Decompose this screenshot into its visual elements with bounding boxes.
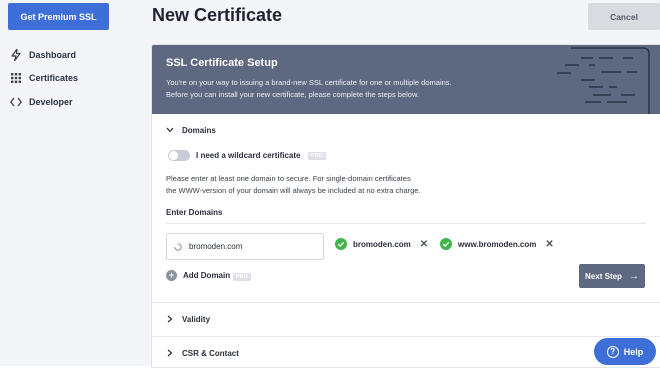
setup-header: SSL Certificate Setup You're on your way… [152,45,660,114]
plus-icon: + [166,270,177,281]
bolt-icon [10,49,22,61]
sidebar-item-dashboard[interactable]: Dashboard [10,47,76,63]
chevron-right-icon [165,349,175,357]
sidebar-item-developer[interactable]: Developer [10,94,73,110]
certificate-setup-card: SSL Certificate Setup You're on your way… [151,44,660,368]
domain-input[interactable]: bromoden.com [166,233,324,260]
pro-badge: PRO [233,273,251,281]
remove-domain-icon[interactable]: ✕ [420,239,428,250]
cancel-button[interactable]: Cancel [588,3,660,30]
section-domains[interactable]: Domains [152,116,660,144]
next-step-button[interactable]: Next Step → [579,264,645,288]
question-icon: ? [606,345,619,358]
loading-spinner-icon [174,242,182,251]
section-title: CSR & Contact [182,348,239,358]
check-circle-icon [335,238,347,250]
help-label: Help [623,346,644,357]
section-title: Domains [182,125,216,135]
certificate-decoration-icon [557,47,650,114]
divider [152,336,660,337]
domain-chip: bromoden.com ✕ [335,238,428,250]
sidebar: Get Premium SSL Dashboard Certificates D… [0,0,136,366]
add-domain-label: Add Domain [183,271,231,280]
wildcard-toggle[interactable] [168,150,190,161]
remove-domain-icon[interactable]: ✕ [545,239,553,250]
toggle-knob [169,151,178,160]
setup-subtitle-line: You're on your way to issuing a brand-ne… [166,78,452,87]
sidebar-item-label: Certificates [29,73,79,83]
pro-badge: PRO [308,152,326,160]
wildcard-label: I need a wildcard certificate [196,151,301,160]
info-line: Please enter at least one domain to secu… [166,174,411,183]
add-domain-button[interactable]: + Add Domain [166,270,230,281]
chevron-right-icon [165,315,175,323]
domain-input-value: bromoden.com [189,242,243,251]
setup-subtitle: You're on your way to issuing a brand-ne… [166,77,452,101]
page-title: New Certificate [152,5,283,25]
next-step-label: Next Step [585,271,622,281]
setup-subtitle-line: Before you can install your new certific… [166,90,420,99]
section-title: Validity [182,314,211,324]
domain-chip: www.bromoden.com ✕ [440,238,554,250]
help-button[interactable]: ? Help [594,338,656,365]
enter-domains-label: Enter Domains [166,208,223,217]
get-premium-ssl-button[interactable]: Get Premium SSL [8,3,109,30]
divider [152,302,660,303]
code-icon [10,96,22,108]
divider [166,223,646,224]
chevron-down-icon [165,127,175,133]
domain-chip-label: www.bromoden.com [458,239,537,249]
section-csr-contact[interactable]: CSR & Contact [152,339,660,367]
setup-title: SSL Certificate Setup [166,57,278,69]
arrow-right-icon: → [628,270,639,282]
grid-icon [10,72,22,84]
sidebar-item-label: Dashboard [29,50,77,60]
check-circle-icon [440,238,452,250]
sidebar-item-certificates[interactable]: Certificates [10,70,78,86]
domain-chip-label: bromoden.com [353,239,411,249]
sidebar-item-label: Developer [29,97,73,107]
domain-info-text: Please enter at least one domain to secu… [166,173,421,197]
section-validity[interactable]: Validity [152,305,660,333]
info-line: the WWW-version of your domain will alwa… [166,186,421,195]
